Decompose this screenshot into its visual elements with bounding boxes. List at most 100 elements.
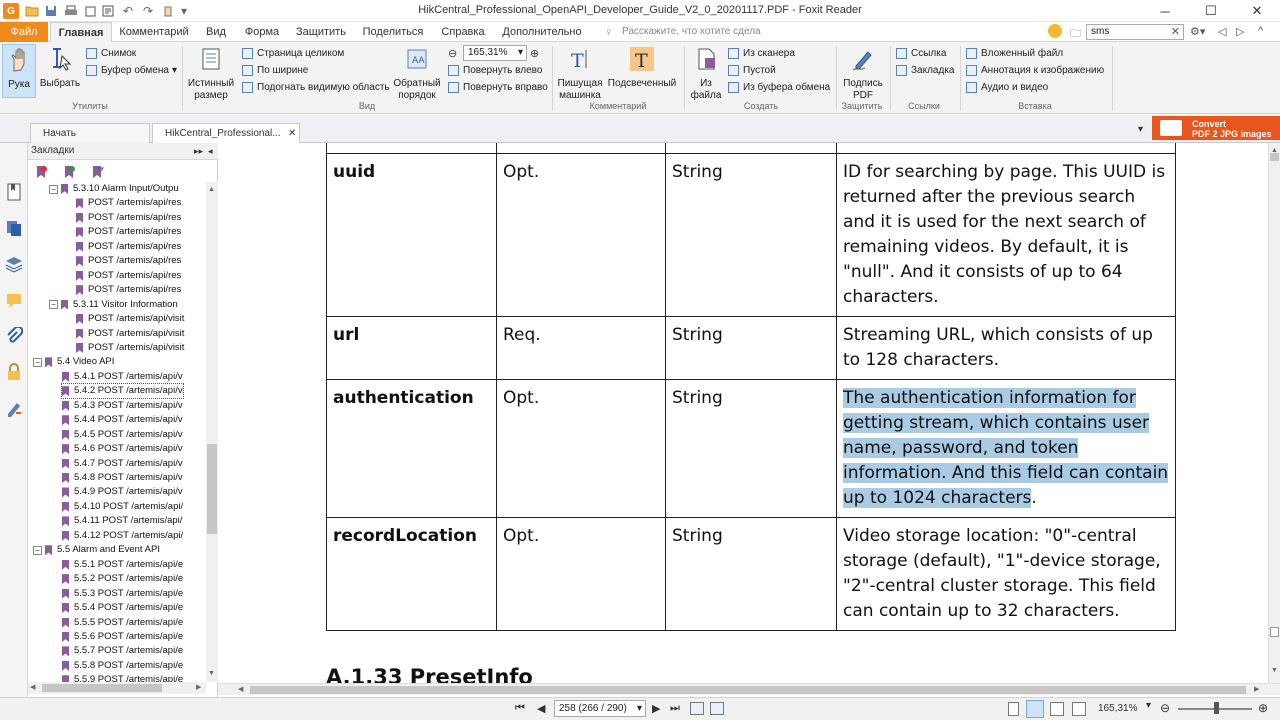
menu-file[interactable]: Файл xyxy=(0,22,48,42)
bookmark-item[interactable]: POST /artemis/api/res xyxy=(76,240,181,254)
bookmark-item[interactable]: 5.5.2 POST /artemis/api/e xyxy=(62,572,183,586)
document-vertical-scrollbar[interactable]: ▲ ▼ xyxy=(1268,143,1280,683)
bookmark-item[interactable]: POST /artemis/api/res xyxy=(76,196,181,210)
blank-button[interactable]: Пустой xyxy=(728,63,776,78)
from-file-button[interactable]: Из файла xyxy=(688,46,724,102)
tell-me-box[interactable]: Расскажите, что хотите сдела xyxy=(622,26,761,37)
bookmark-item[interactable]: POST /artemis/api/res xyxy=(76,225,181,239)
menu-protect[interactable]: Защитить xyxy=(288,22,354,42)
bookmark-item[interactable]: 5.4.5 POST /artemis/api/v xyxy=(62,428,183,442)
bookmark-item[interactable]: POST /artemis/api/res xyxy=(76,283,181,297)
scroll-down-icon[interactable]: ▼ xyxy=(208,670,215,677)
last-page-icon[interactable]: ⏭ xyxy=(670,702,680,715)
bookmark-item[interactable]: 5.4.11 POST /artemis/api/ xyxy=(62,514,182,528)
single-page-icon[interactable] xyxy=(1008,702,1019,716)
highlighted-text[interactable]: The authentication information for getti… xyxy=(843,388,1169,508)
facing-page-icon[interactable] xyxy=(1050,702,1064,716)
tab-start[interactable]: Начать xyxy=(30,123,150,143)
next-view-icon[interactable] xyxy=(710,702,724,715)
doc-scroll-thumb[interactable] xyxy=(1270,153,1279,161)
bookmark-item[interactable]: 5.5.9 POST /artemis/api/e xyxy=(62,673,183,682)
smiley-icon[interactable] xyxy=(1048,24,1062,38)
next-page-icon[interactable]: ▶ xyxy=(652,702,660,715)
search-next-icon[interactable]: ▷ xyxy=(1236,25,1244,38)
fit-visible-button[interactable]: Подогнать видимую область xyxy=(242,80,390,95)
bookmark-item[interactable]: − 5.3.11 Visitor Information xyxy=(49,298,178,312)
doc-scroll-down-icon[interactable]: ▼ xyxy=(1271,667,1278,674)
status-zoom-out-icon[interactable]: ⊖ xyxy=(1160,701,1170,715)
scroll-right-icon[interactable]: ▶ xyxy=(196,683,201,691)
menu-comment[interactable]: Комментарий xyxy=(114,22,194,42)
fit-page-button[interactable]: Страница целиком xyxy=(242,46,344,61)
bookmark-item[interactable]: − 5.4 Video API xyxy=(33,355,114,369)
close-tab-icon[interactable]: ✕ xyxy=(288,124,296,143)
attachments-panel-icon[interactable] xyxy=(5,327,23,345)
search-folder-icon[interactable]: 🗀 xyxy=(1070,25,1084,40)
zoom-out-icon[interactable]: ⊖ xyxy=(448,47,460,60)
fit-width-button[interactable]: По ширине xyxy=(242,63,308,78)
continuous-page-icon[interactable] xyxy=(1026,700,1044,718)
menu-home[interactable]: Главная xyxy=(50,22,112,43)
security-lock-icon[interactable] xyxy=(5,363,23,381)
clear-search-icon[interactable]: ✕ xyxy=(1171,25,1180,39)
bookmark-item[interactable]: 5.5.3 POST /artemis/api/e xyxy=(62,587,183,601)
add-bookmark-icon[interactable] xyxy=(62,165,76,179)
bookmark-vertical-scrollbar[interactable]: ▲ ▼ xyxy=(206,182,218,682)
image-annotation-button[interactable]: Аннотация к изображению xyxy=(966,63,1104,78)
from-clipboard-button[interactable]: Из буфера обмена xyxy=(728,80,830,95)
zoom-in-icon[interactable]: ⊕ xyxy=(530,47,542,60)
scroll-up-icon[interactable]: ▲ xyxy=(208,186,215,193)
doc-scroll-right-icon[interactable]: ▶ xyxy=(1254,685,1259,693)
bookmark-item[interactable]: 5.4.7 POST /artemis/api/v xyxy=(62,457,183,471)
page-dropdown-icon[interactable]: ▾ xyxy=(637,701,642,716)
bookmark-item[interactable]: 5.4.8 POST /artemis/api/v xyxy=(62,471,183,485)
zoom-dropdown-icon[interactable]: ▾ xyxy=(518,46,523,60)
actual-size-button[interactable]: Истинный размер xyxy=(186,46,236,102)
highlight-button[interactable]: T Подсвеченный xyxy=(606,46,678,90)
bookmark-options-icon[interactable] xyxy=(90,165,104,179)
bookmark-item[interactable]: 5.5.6 POST /artemis/api/e xyxy=(62,630,183,644)
delete-bookmark-icon[interactable] xyxy=(34,165,48,179)
collapse-toggle-icon[interactable]: − xyxy=(49,300,58,310)
bookmark-item[interactable]: POST /artemis/api/visit xyxy=(76,341,184,355)
zoom-slider-thumb[interactable] xyxy=(1214,702,1219,714)
bookmark-item[interactable]: − 5.5 Alarm and Event API xyxy=(33,543,160,557)
bookmark-item[interactable]: 5.5.4 POST /artemis/api/e xyxy=(62,601,183,615)
zoom-input[interactable]: 165,31% ▾ xyxy=(463,45,527,61)
link-button[interactable]: Ссылка xyxy=(896,46,946,61)
rotate-left-button[interactable]: Повернуть влево xyxy=(448,63,542,78)
collapse-toggle-icon[interactable]: − xyxy=(33,545,42,555)
minimize-button[interactable]: ─ xyxy=(1142,0,1188,22)
pages-panel-icon[interactable] xyxy=(5,219,23,237)
previous-view-icon[interactable] xyxy=(690,702,704,715)
clipboard-button[interactable]: Буфер обмена ▾ xyxy=(86,63,177,78)
expand-panel-icon[interactable]: ▸▸ xyxy=(194,143,203,159)
bookmark-item[interactable]: 5.4.3 POST /artemis/api/v xyxy=(62,399,183,413)
bookmark-item[interactable]: 5.4.9 POST /artemis/api/v xyxy=(62,485,183,499)
scroll-left-icon[interactable]: ◀ xyxy=(30,683,35,691)
select-tool-button[interactable]: Выбрать xyxy=(38,46,82,90)
comments-panel-icon[interactable] xyxy=(5,291,23,309)
bookmark-item[interactable]: POST /artemis/api/visit xyxy=(76,327,184,341)
bookmark-item[interactable]: 5.5.8 POST /artemis/api/e xyxy=(62,659,183,673)
from-scanner-button[interactable]: Из сканера xyxy=(728,46,795,61)
tab-document[interactable]: HikCentral_Professional... ✕ xyxy=(152,123,300,143)
first-page-icon[interactable]: ⏮ xyxy=(515,702,525,715)
document-view[interactable]: uuid Opt. String ID for searching by pag… xyxy=(218,143,1268,683)
bookmark-item[interactable]: POST /artemis/api/visit xyxy=(76,312,184,326)
bookmark-item[interactable]: 5.4.2 POST /artemis/api/v xyxy=(61,383,184,400)
reverse-order-button[interactable]: AA Обратный порядок xyxy=(392,46,442,102)
hand-tool-button[interactable]: Рука xyxy=(2,44,36,98)
bookmark-hscroll-thumb[interactable] xyxy=(42,684,162,692)
collapse-toggle-icon[interactable]: − xyxy=(33,357,42,367)
document-horizontal-scrollbar[interactable]: ◀ ▶ xyxy=(218,683,1280,695)
page-number-input[interactable]: 258 (266 / 290) ▾ xyxy=(554,700,646,717)
doc-scroll-left-icon[interactable]: ◀ xyxy=(238,685,243,693)
bookmark-item[interactable]: 5.4.12 POST /artemis/api/ xyxy=(62,529,183,543)
ribbon-collapse-icon[interactable]: ^ xyxy=(1258,25,1263,37)
attached-file-button[interactable]: Вложенный файл xyxy=(966,46,1063,61)
maximize-button[interactable]: ☐ xyxy=(1188,0,1234,22)
signature-panel-icon[interactable] xyxy=(5,399,23,417)
zoom-menu-icon[interactable]: ▾ xyxy=(1146,700,1151,711)
bookmark-item[interactable]: POST /artemis/api/res xyxy=(76,254,181,268)
